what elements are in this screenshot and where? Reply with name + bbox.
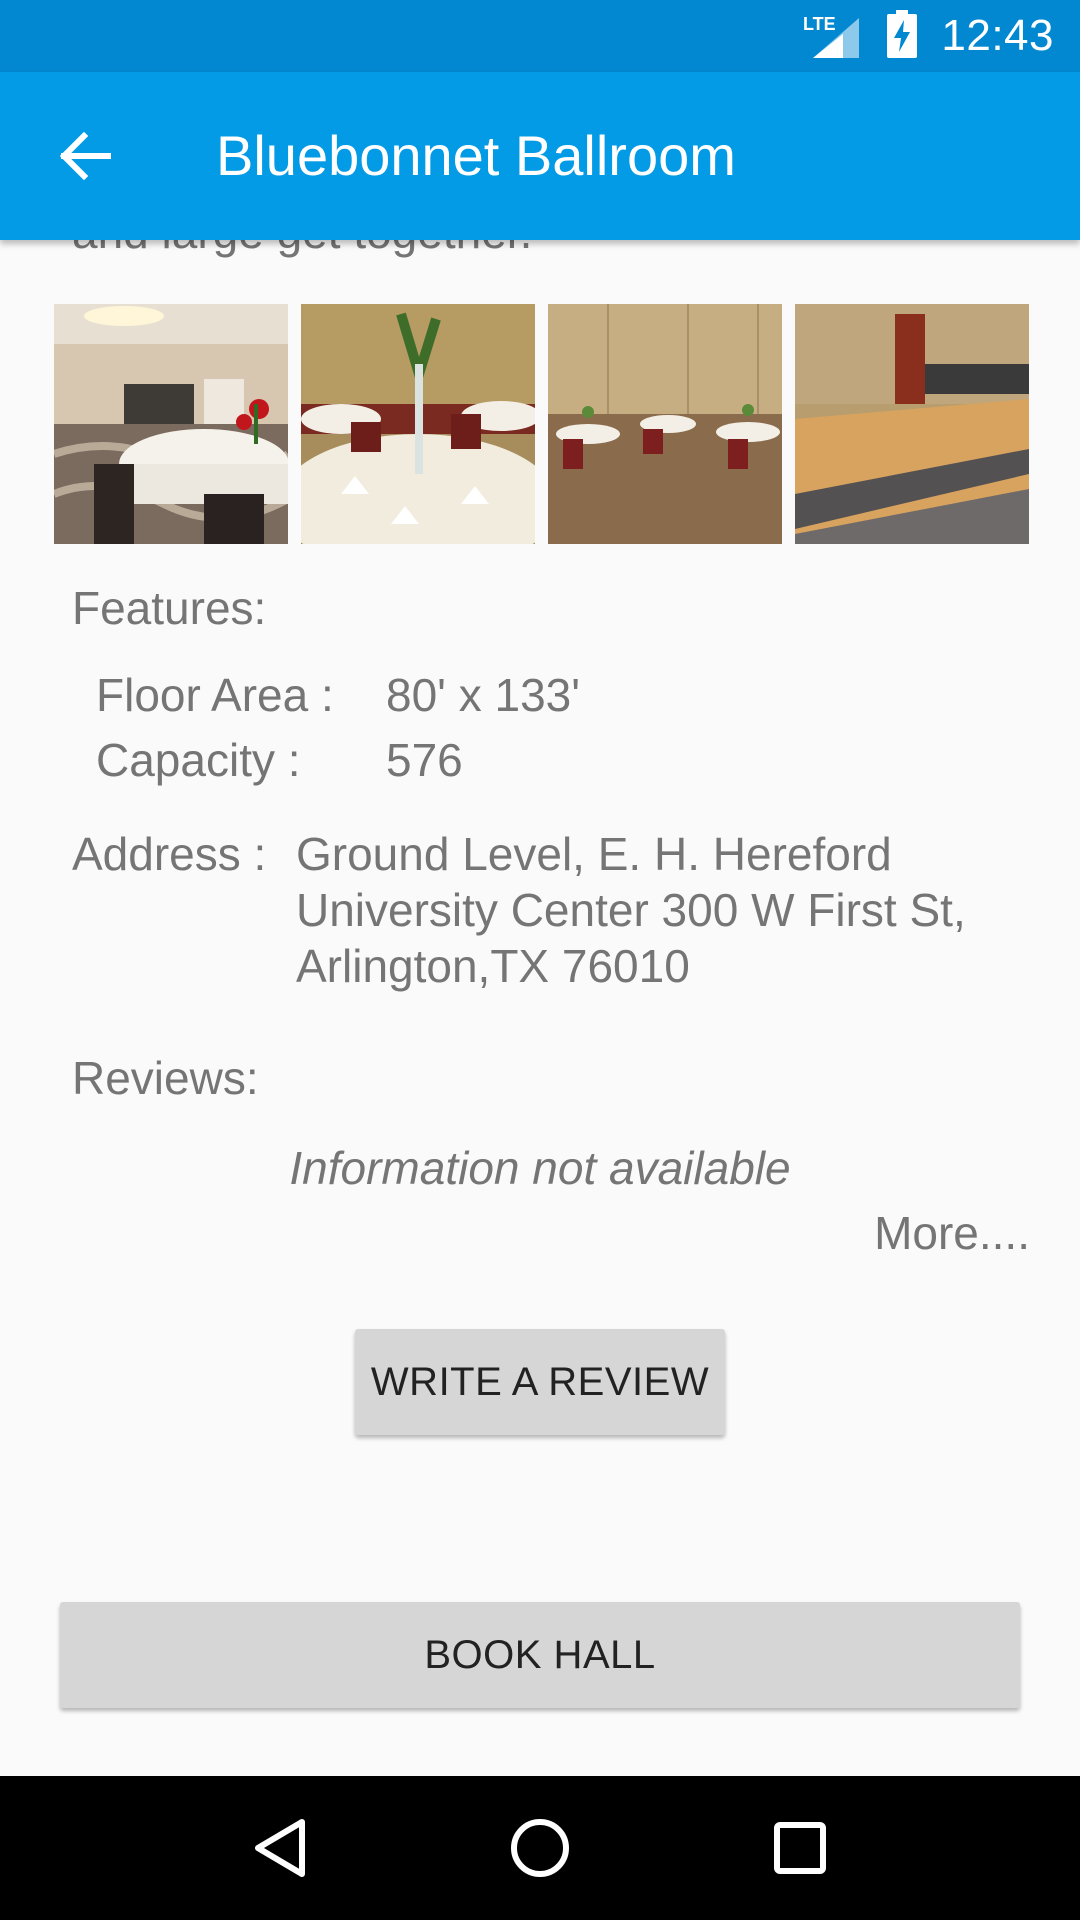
- status-bar: LTE 12:43: [0, 0, 1080, 72]
- ballroom-photo-4[interactable]: [795, 304, 1029, 544]
- address-value: Ground Level, E. H. Hereford University …: [296, 828, 966, 992]
- nav-recents-icon[interactable]: [750, 1798, 850, 1898]
- ballroom-photo-3[interactable]: [548, 304, 782, 544]
- svg-text:LTE: LTE: [803, 14, 836, 34]
- content-scroll[interactable]: and large get together.: [0, 240, 1080, 1776]
- capacity-value: 576: [386, 734, 463, 786]
- book-hall-button[interactable]: BOOK HALL: [60, 1602, 1020, 1708]
- back-arrow-icon[interactable]: [50, 120, 122, 192]
- more-link[interactable]: More....: [874, 1205, 1030, 1261]
- navigation-bar: [0, 1776, 1080, 1920]
- ballroom-photo-2[interactable]: [301, 304, 535, 544]
- features-heading: Features:: [72, 582, 267, 634]
- address-label: Address :: [72, 828, 267, 880]
- reviews-heading: Reviews:: [72, 1052, 259, 1104]
- lte-signal-icon: LTE: [803, 12, 861, 60]
- reviews-empty-text: Information not available: [289, 1142, 791, 1194]
- floor-area-value: 80' x 133': [386, 669, 581, 721]
- nav-back-icon[interactable]: [230, 1798, 330, 1898]
- capacity-label: Capacity :: [96, 734, 301, 786]
- battery-charging-icon: [887, 9, 918, 63]
- description-text: and large get together.: [72, 240, 532, 260]
- nav-home-icon[interactable]: [490, 1798, 590, 1898]
- screen: LTE 12:43 Bluebonnet Ballroom and large …: [0, 0, 1080, 1920]
- floor-area-label: Floor Area :: [96, 669, 334, 721]
- ballroom-photo-1[interactable]: [54, 304, 288, 544]
- page-title: Bluebonnet Ballroom: [216, 124, 736, 187]
- write-review-button[interactable]: WRITE A REVIEW: [355, 1329, 725, 1435]
- photo-gallery: [54, 304, 1029, 544]
- app-bar: Bluebonnet Ballroom: [0, 72, 1080, 240]
- status-time: 12:43: [941, 11, 1054, 60]
